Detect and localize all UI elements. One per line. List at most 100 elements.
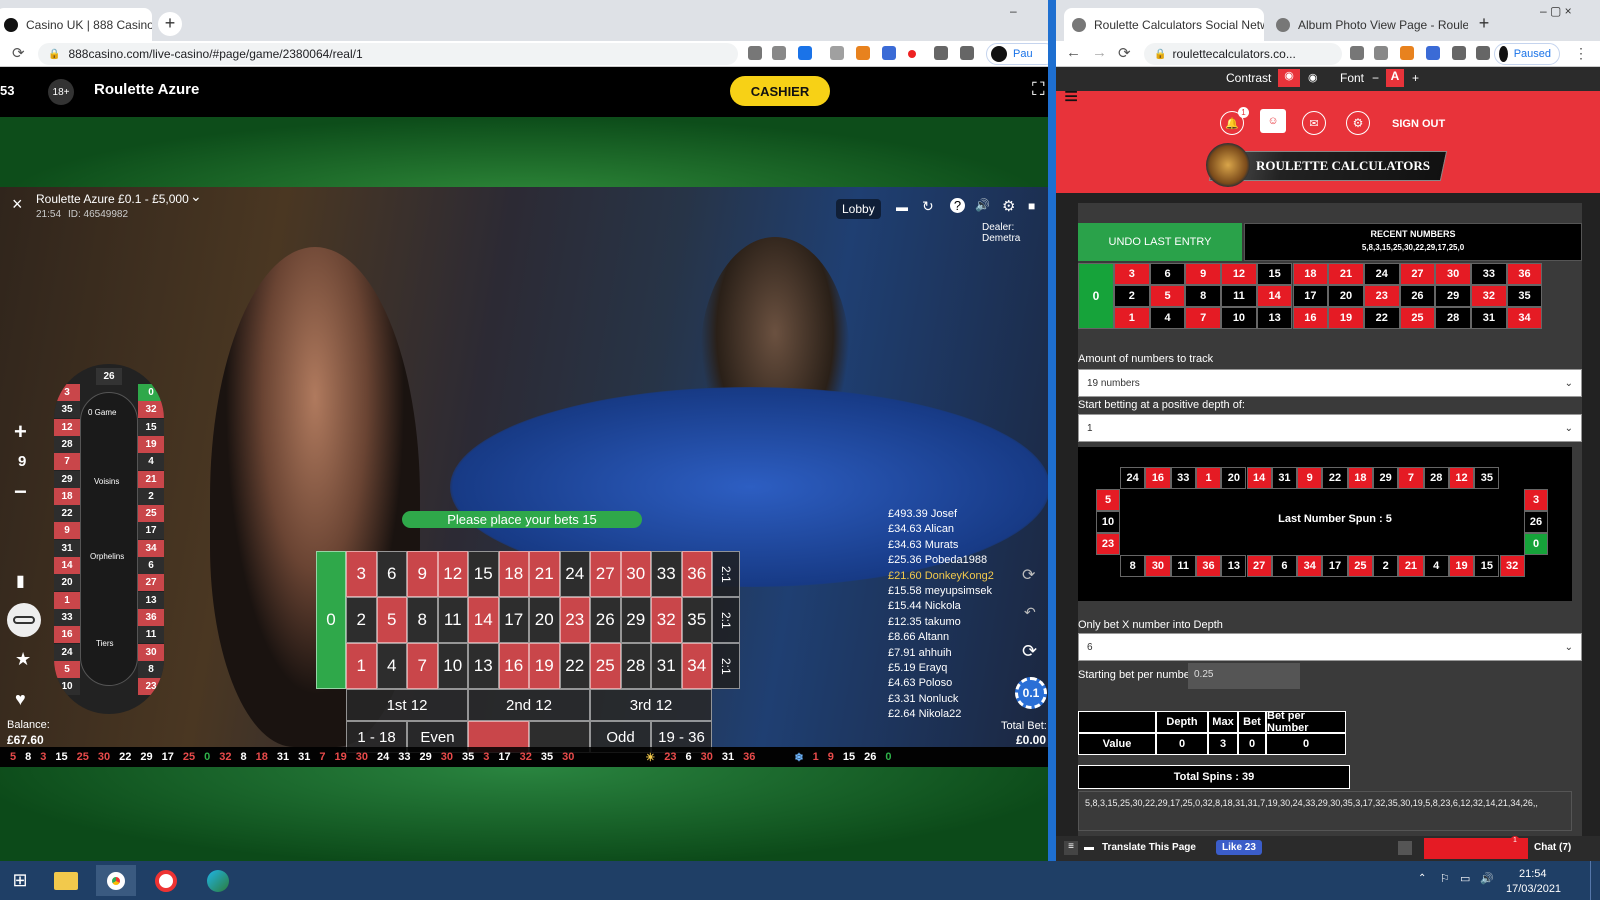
- bet-number[interactable]: 23: [559, 597, 590, 643]
- wheel-number[interactable]: 34: [138, 539, 164, 557]
- zoom-plus-icon[interactable]: +: [14, 419, 27, 445]
- bet-number[interactable]: 32: [651, 597, 682, 643]
- entry-number[interactable]: 18: [1292, 263, 1329, 285]
- bet-number[interactable]: 28: [620, 643, 651, 689]
- racetrack-number[interactable]: 6: [1271, 555, 1298, 577]
- wheel-number[interactable]: 12: [54, 418, 80, 436]
- bet-number[interactable]: 18: [498, 551, 529, 597]
- racetrack-number[interactable]: 23: [1096, 533, 1120, 555]
- tray-network-icon[interactable]: ▭: [1460, 872, 1470, 885]
- volume-icon[interactable]: 🔊: [975, 198, 990, 212]
- chat-link[interactable]: Chat (7): [1534, 842, 1571, 853]
- wheel-number[interactable]: 1: [54, 591, 80, 609]
- wheel-number[interactable]: 18: [54, 487, 80, 505]
- wheel-number[interactable]: 21: [138, 470, 164, 488]
- bet-number[interactable]: 22: [559, 643, 590, 689]
- racetrack-number[interactable]: 13: [1221, 555, 1247, 577]
- entry-number[interactable]: 7: [1185, 307, 1222, 329]
- racetrack-number[interactable]: 33: [1170, 467, 1196, 489]
- reload-icon[interactable]: ⟳: [1118, 44, 1131, 62]
- bet-number[interactable]: 10: [437, 643, 468, 689]
- bet-number[interactable]: 11: [437, 597, 468, 643]
- wheel-number[interactable]: 28: [54, 435, 80, 453]
- racetrack-number[interactable]: 18: [1347, 467, 1373, 489]
- counter-ext-icon[interactable]: [882, 46, 896, 60]
- racetrack-number[interactable]: 22: [1322, 467, 1348, 489]
- racetrack-number[interactable]: 35: [1474, 467, 1500, 489]
- entry-number[interactable]: 22: [1363, 307, 1400, 329]
- entry-number[interactable]: 31: [1471, 307, 1507, 329]
- facebook-like-button[interactable]: Like 23: [1216, 840, 1262, 855]
- zoom-minus-icon[interactable]: −: [14, 479, 27, 505]
- entry-number[interactable]: 26: [1399, 285, 1436, 307]
- back-icon[interactable]: ←: [1066, 44, 1081, 61]
- entry-number[interactable]: 1: [1114, 307, 1150, 329]
- bet-3rd-12[interactable]: 3rd 12: [590, 689, 712, 721]
- notifications-footer-icon[interactable]: [1398, 841, 1412, 855]
- queue-icon[interactable]: [1476, 46, 1490, 60]
- bet-number[interactable]: 9: [407, 551, 438, 597]
- cashier-button[interactable]: CASHIER: [730, 76, 830, 106]
- wheel-number[interactable]: 29: [54, 470, 80, 488]
- shield-ext-icon[interactable]: [830, 46, 844, 60]
- wheel-label-zero-game[interactable]: 0 Game: [88, 408, 116, 417]
- help-icon[interactable]: ?: [950, 198, 965, 213]
- entry-number[interactable]: 20: [1328, 285, 1364, 307]
- racetrack-number[interactable]: 10: [1096, 511, 1120, 533]
- wheel-number[interactable]: 30: [138, 643, 164, 661]
- contrast-off-icon[interactable]: ◉: [1308, 71, 1318, 84]
- entry-number[interactable]: 16: [1292, 307, 1329, 329]
- racetrack-number[interactable]: 12: [1448, 467, 1475, 489]
- queue-icon[interactable]: [960, 46, 974, 60]
- wheel-number[interactable]: 7: [54, 453, 80, 471]
- bet-number[interactable]: 3: [346, 551, 377, 597]
- url-input[interactable]: 🔒 roulettecalculators.co...: [1144, 43, 1342, 65]
- url-input[interactable]: 🔒 888casino.com/live-casino/#page/game/2…: [38, 43, 738, 65]
- file-explorer-icon[interactable]: [46, 865, 86, 896]
- install-icon[interactable]: [772, 46, 786, 60]
- entry-number[interactable]: 36: [1506, 263, 1543, 285]
- wheel-number[interactable]: 16: [54, 626, 80, 644]
- racetrack-number[interactable]: 2: [1373, 555, 1399, 577]
- fullscreen-icon[interactable]: ⛶: [1032, 79, 1045, 100]
- racetrack-number[interactable]: 17: [1322, 555, 1348, 577]
- entry-number[interactable]: 8: [1185, 285, 1222, 307]
- bet-number[interactable]: 7: [407, 643, 438, 689]
- undo-icon[interactable]: ↶: [1024, 604, 1036, 621]
- new-tab-button[interactable]: +: [158, 12, 182, 36]
- entry-number[interactable]: 14: [1256, 285, 1293, 307]
- racetrack-number[interactable]: 16: [1145, 467, 1171, 489]
- bet-number[interactable]: 4: [376, 643, 407, 689]
- chip-selector[interactable]: 0.1: [1015, 677, 1047, 709]
- depth-select[interactable]: 1 ⌄: [1078, 414, 1582, 442]
- wheel-number[interactable]: 9: [54, 522, 80, 540]
- statistics-icon[interactable]: ▮: [16, 571, 25, 591]
- racetrack-number[interactable]: 9: [1297, 467, 1323, 489]
- hamburger-menu-icon[interactable]: ≡: [1064, 83, 1078, 111]
- zoom-icon[interactable]: [1350, 46, 1364, 60]
- settings-gear-icon[interactable]: ⚙: [1346, 111, 1370, 135]
- entry-number[interactable]: 30: [1435, 263, 1471, 285]
- wheel-number[interactable]: 23: [138, 678, 164, 696]
- racetrack-number[interactable]: 31: [1271, 467, 1298, 489]
- racetrack-wheel[interactable]: 0 Game Voisins Orphelins Tiers 26 3 35 12 2…: [54, 364, 164, 714]
- fox-ext-icon[interactable]: [856, 46, 870, 60]
- wheel-number[interactable]: 6: [138, 557, 164, 574]
- bet-number[interactable]: 1: [346, 643, 377, 689]
- wheel-label-tiers[interactable]: Tiers: [96, 639, 113, 648]
- entry-number[interactable]: 17: [1292, 285, 1329, 307]
- clock-date[interactable]: 17/03/2021: [1506, 883, 1561, 895]
- translate-page-link[interactable]: Translate This Page: [1102, 842, 1196, 853]
- wheel-number[interactable]: 13: [138, 591, 164, 609]
- messages-icon[interactable]: ✉: [1302, 111, 1326, 135]
- wheel-number[interactable]: 8: [138, 660, 164, 678]
- tab-album-photo[interactable]: Album Photo View Page - Roulet ×: [1268, 8, 1468, 41]
- racetrack-number[interactable]: 27: [1246, 555, 1272, 577]
- entry-number[interactable]: 5: [1149, 285, 1186, 307]
- entry-number[interactable]: 15: [1256, 263, 1293, 285]
- wheel-number[interactable]: 20: [54, 574, 80, 592]
- tab-roulette-calculators[interactable]: Roulette Calculators Social Netw ×: [1064, 8, 1264, 41]
- font-decrease-icon[interactable]: −: [1372, 71, 1379, 85]
- entry-number[interactable]: 4: [1149, 307, 1186, 329]
- wheel-label-voisins[interactable]: Voisins: [94, 477, 119, 486]
